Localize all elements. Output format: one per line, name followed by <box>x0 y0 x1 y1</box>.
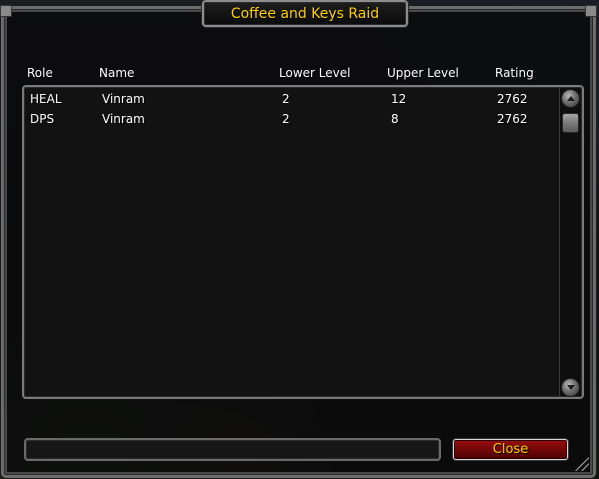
scroll-up-icon[interactable] <box>561 89 580 108</box>
row-role: DPS <box>30 112 55 126</box>
column-header-rating[interactable]: Rating <box>495 66 534 80</box>
row-rating: 2762 <box>497 112 528 126</box>
applicant-list: HEAL Vinram 2 12 2762 DPS Vinram 2 8 276… <box>22 85 584 399</box>
list-scrollbar[interactable] <box>559 88 580 397</box>
close-button-label: Close <box>492 442 529 457</box>
column-header-role[interactable]: Role <box>27 66 53 80</box>
row-name: Vinram <box>102 112 145 126</box>
column-headers: Role Name Lower Level Upper Level Rating <box>0 66 599 82</box>
row-lower-level: 2 <box>282 112 290 126</box>
window-title-plate[interactable]: Coffee and Keys Raid <box>202 0 408 27</box>
row-upper-level: 12 <box>391 92 407 106</box>
row-rating: 2762 <box>497 92 528 106</box>
column-header-name[interactable]: Name <box>99 66 134 80</box>
window-title: Coffee and Keys Raid <box>230 5 380 22</box>
scroll-thumb[interactable] <box>562 113 579 133</box>
list-row[interactable]: DPS Vinram 2 8 2762 <box>24 112 560 130</box>
column-header-upper-level[interactable]: Upper Level <box>387 66 459 80</box>
scroll-down-icon[interactable] <box>561 378 580 397</box>
row-lower-level: 2 <box>282 92 290 106</box>
resize-grip-icon[interactable] <box>575 457 589 471</box>
row-role: HEAL <box>30 92 62 106</box>
row-name: Vinram <box>102 92 145 106</box>
close-button[interactable]: Close <box>453 439 568 460</box>
status-field <box>24 438 441 461</box>
row-upper-level: 8 <box>391 112 399 126</box>
column-header-lower-level[interactable]: Lower Level <box>279 66 350 80</box>
list-row[interactable]: HEAL Vinram 2 12 2762 <box>24 92 560 110</box>
